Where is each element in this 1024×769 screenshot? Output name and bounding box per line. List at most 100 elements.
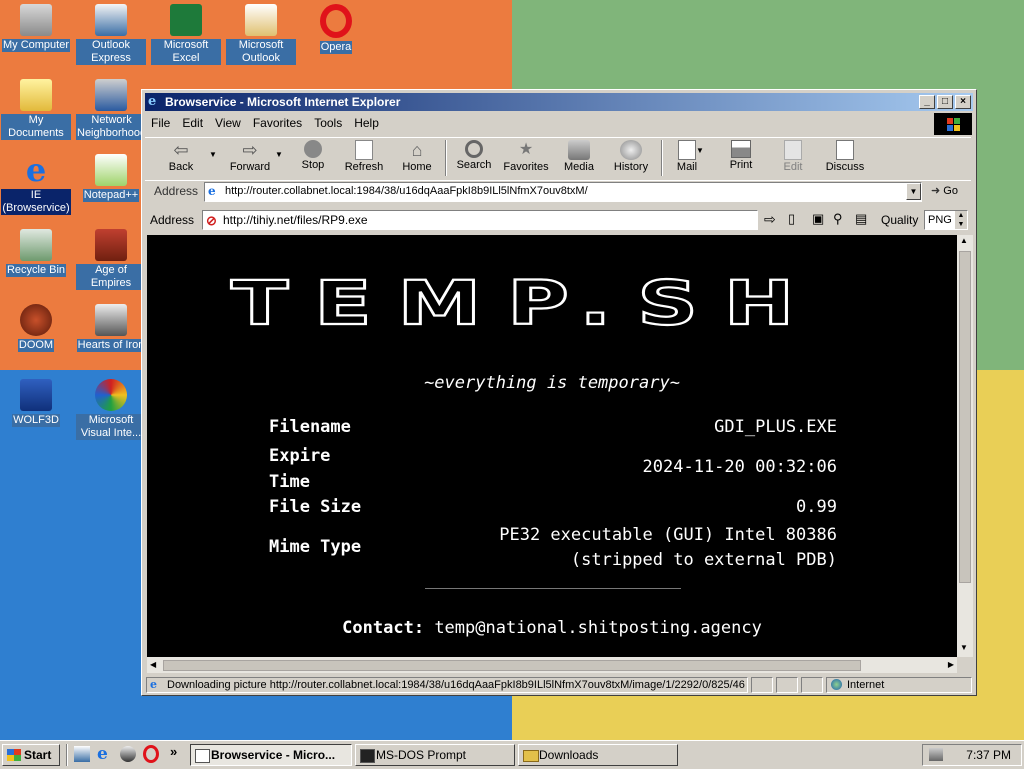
desktop-icon-age-of-empires[interactable]: Age of Empires (76, 229, 146, 290)
desktop-icon-network[interactable]: Network Neighborhood (76, 79, 148, 140)
spinner-arrows-icon[interactable]: ▲ ▼ (955, 211, 967, 229)
windows-start-icon (7, 749, 21, 761)
home-button[interactable]: ⌂ Home (397, 138, 437, 173)
age-of-empires-icon (95, 229, 127, 261)
quicklaunch-media-icon[interactable] (120, 746, 136, 762)
address-input[interactable]: e http://router.collabnet.local:1984/38/… (204, 182, 922, 202)
scroll-left-icon[interactable]: ◀ (150, 660, 156, 669)
scroll-up-icon[interactable]: ▲ (960, 236, 968, 245)
divider (425, 588, 681, 589)
desktop-icon-my-documents[interactable]: My Documents (1, 79, 71, 140)
print-button[interactable]: Print (723, 138, 759, 171)
bookmark-icon[interactable]: ▯ (788, 211, 795, 227)
desktop-icon-doom[interactable]: DOOM (1, 304, 71, 352)
toolbar-separator (661, 140, 663, 176)
back-dropdown-icon[interactable]: ▼ (209, 150, 217, 159)
quicklaunch-more-icon[interactable]: » (170, 744, 177, 759)
favorites-icon: ★ (518, 141, 534, 158)
forward-dropdown-icon[interactable]: ▼ (275, 150, 283, 159)
start-button[interactable]: Start (2, 744, 60, 766)
history-icon (620, 140, 642, 160)
status-panel (801, 677, 823, 693)
address-dropdown-button[interactable]: ▼ (906, 183, 921, 200)
desktop-icon-visual-interdev[interactable]: Microsoft Visual Inte... (76, 379, 146, 440)
status-panel (751, 677, 773, 693)
print-icon (731, 140, 751, 158)
forward-button[interactable]: ⇨ Forward (221, 138, 279, 173)
network-icon (95, 79, 127, 111)
tray-network-icon[interactable] (929, 748, 943, 761)
status-text-panel: e Downloading picture http://router.coll… (146, 677, 748, 693)
go-button[interactable]: ➜ Go (931, 184, 958, 197)
navigate-arrow-icon[interactable]: ⇨ (764, 211, 776, 228)
desktop-icon-excel[interactable]: Microsoft Excel (151, 4, 221, 65)
desktop-icon-outlook-express[interactable]: Outlook Express (76, 4, 146, 65)
desktop-icon-wolf3d[interactable]: WOLF3D (1, 379, 71, 427)
home-icon: ⌂ (411, 140, 423, 160)
close-button[interactable]: × (955, 95, 971, 109)
zone-panel: Internet (826, 677, 972, 693)
refresh-button[interactable]: Refresh (339, 138, 389, 173)
discuss-icon (836, 140, 854, 160)
maximize-button[interactable]: □ (937, 95, 953, 109)
ie-icon: e (25, 151, 47, 189)
contact-email[interactable]: temp@national.shitposting.agency (434, 618, 762, 638)
page-icon: e (208, 184, 216, 198)
task-dos-icon (360, 749, 375, 763)
mail-button[interactable]: Mail (669, 138, 705, 173)
edit-button[interactable]: Edit (775, 138, 811, 173)
clock[interactable]: 7:37 PM (966, 748, 1011, 762)
menu-file[interactable]: File (145, 113, 176, 133)
stop-button[interactable]: Stop (295, 138, 331, 171)
quality-spinner[interactable]: PNG ▲ ▼ (924, 210, 968, 230)
bookmarks-list-icon[interactable]: ▣ (812, 211, 824, 227)
expire-time-label: Expire Time (269, 446, 331, 492)
task-downloads[interactable]: Downloads (518, 744, 678, 766)
search-button[interactable]: Search (452, 138, 496, 171)
menu-help[interactable]: Help (348, 113, 385, 133)
task-ms-dos-prompt[interactable]: MS-DOS Prompt (355, 744, 515, 766)
desktop-icon-opera[interactable]: Opera (301, 4, 371, 54)
desktop-icon-hearts-of-iron[interactable]: Hearts of Iron (76, 304, 146, 352)
media-button[interactable]: Media (559, 138, 599, 173)
menu-edit[interactable]: Edit (176, 113, 209, 133)
vertical-scroll-thumb[interactable] (959, 251, 971, 583)
vertical-scrollbar[interactable]: ▲ ▼ (957, 235, 973, 657)
back-arrow-icon: ⇦ (173, 140, 189, 160)
task-browservice[interactable]: Browservice - Micro... (190, 744, 352, 766)
status-bar: e Downloading picture http://router.coll… (145, 676, 973, 694)
window-title: Browservice - Microsoft Internet Explore… (165, 95, 401, 109)
find-icon[interactable]: ⚲ (833, 211, 843, 227)
browservice-address-input[interactable]: ⊘ http://tihiy.net/files/RP9.exe (202, 210, 758, 230)
quicklaunch-opera-icon[interactable] (143, 745, 159, 763)
desktop-icon-outlook[interactable]: Microsoft Outlook (226, 4, 296, 65)
clipboard-icon[interactable]: ▤ (855, 211, 867, 227)
my-documents-icon (20, 79, 52, 111)
favorites-button[interactable]: ★ Favorites (499, 138, 553, 173)
horizontal-scroll-thumb[interactable] (163, 660, 861, 671)
quicklaunch-outlook-icon[interactable] (74, 746, 90, 762)
quicklaunch-ie-icon[interactable]: e (97, 744, 108, 764)
scroll-right-icon[interactable]: ▶ (948, 660, 954, 669)
edit-icon (784, 140, 802, 160)
back-button[interactable]: ⇦ Back (157, 138, 205, 173)
horizontal-scrollbar[interactable]: ◀ ▶ (147, 657, 957, 673)
minimize-button[interactable]: _ (919, 95, 935, 109)
scroll-down-icon[interactable]: ▼ (960, 643, 968, 652)
history-button[interactable]: History (609, 138, 653, 173)
desktop-icon-ie-browservice[interactable]: e IE (Browservice) (1, 154, 71, 215)
menu-favorites[interactable]: Favorites (247, 113, 308, 133)
excel-icon (170, 4, 202, 36)
desktop-icon-recycle-bin[interactable]: Recycle Bin (1, 229, 71, 277)
mail-dropdown-icon[interactable]: ▼ (696, 146, 704, 155)
desktop-icon-my-computer[interactable]: My Computer (1, 4, 71, 52)
menu-view[interactable]: View (209, 113, 247, 133)
title-bar[interactable]: e Browservice - Microsoft Internet Explo… (145, 93, 973, 111)
menu-tools[interactable]: Tools (308, 113, 348, 133)
ie-window-icon: e (148, 94, 157, 109)
status-panel (776, 677, 798, 693)
discuss-button[interactable]: Discuss (823, 138, 867, 173)
page-status-icon: e (150, 678, 157, 691)
desktop-icon-notepad[interactable]: Notepad++ (76, 154, 146, 202)
wolf3d-icon (20, 379, 52, 411)
